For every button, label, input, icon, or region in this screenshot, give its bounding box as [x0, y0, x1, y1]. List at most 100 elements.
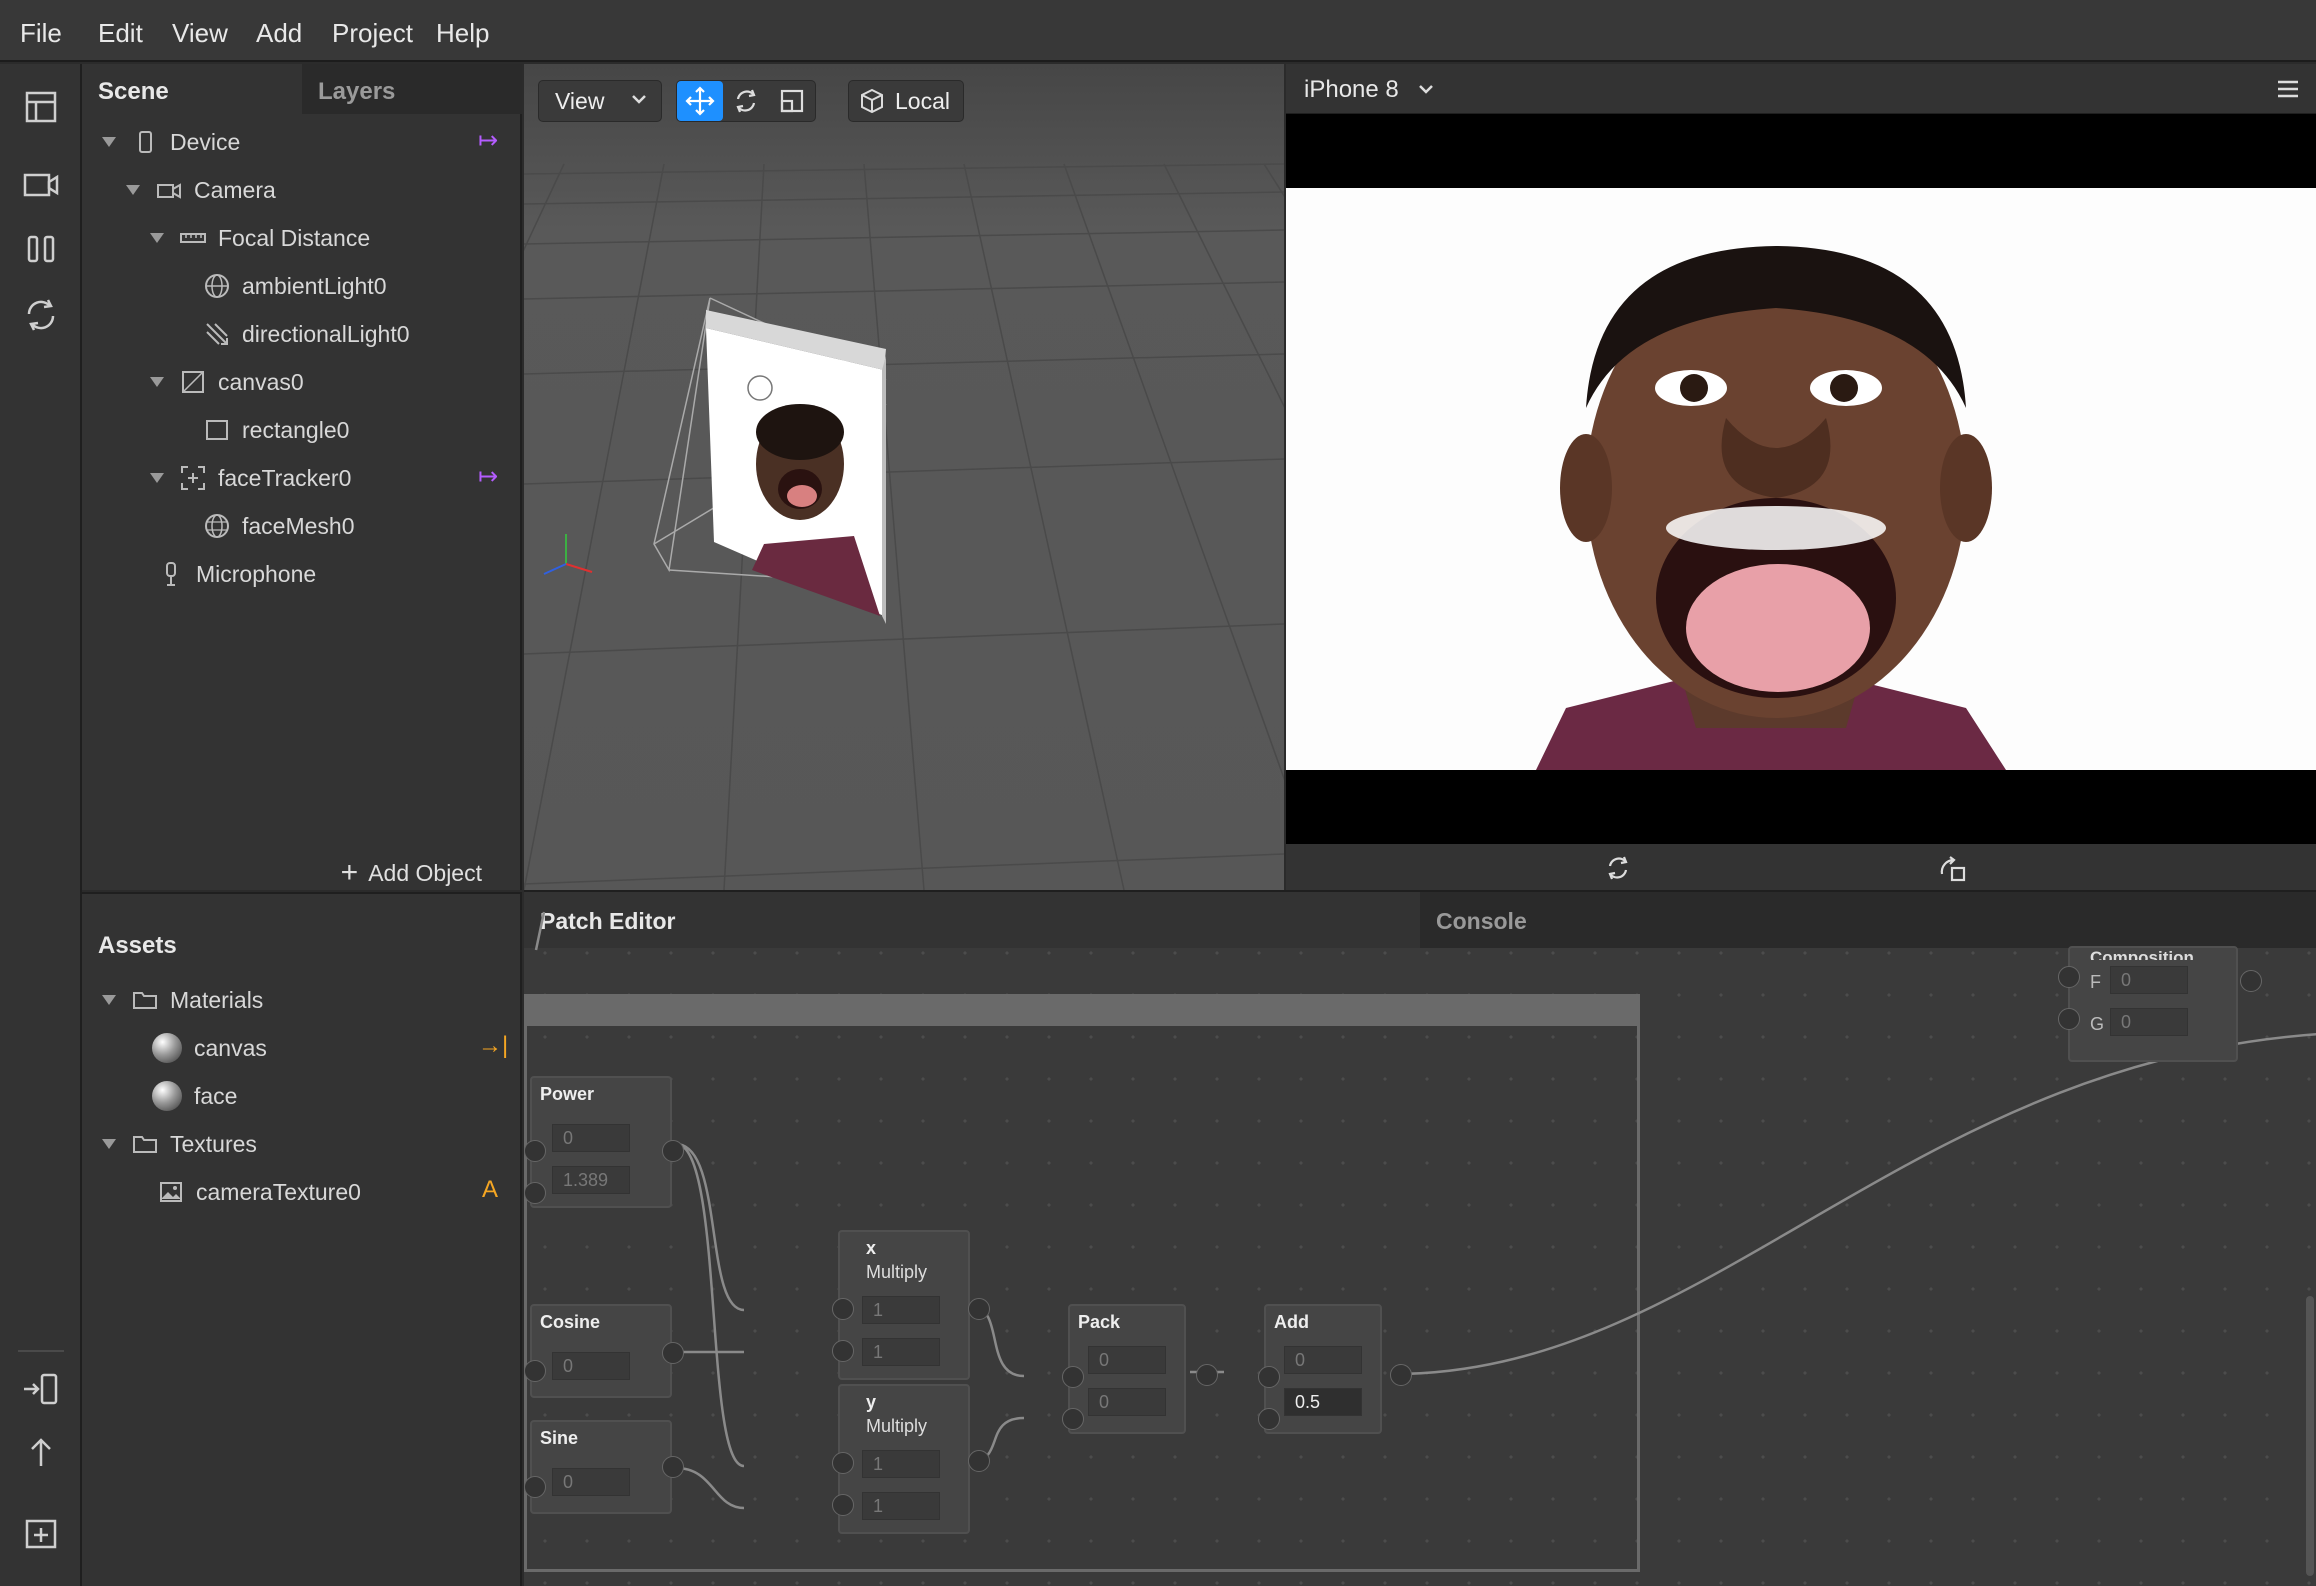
- input-port[interactable]: [524, 1140, 546, 1162]
- input-port[interactable]: [1258, 1366, 1280, 1388]
- tree-item-device[interactable]: Device: [102, 118, 240, 166]
- composition-f-input[interactable]: 0: [2110, 966, 2188, 994]
- collapse-arrow-icon[interactable]: [150, 377, 164, 387]
- tree-item-directional-light[interactable]: directionalLight0: [204, 310, 410, 358]
- pack-input-1[interactable]: 0: [1088, 1346, 1166, 1374]
- tree-item-material-face[interactable]: face: [152, 1072, 237, 1120]
- preview-face-image: [1286, 188, 2316, 770]
- composition-g-input[interactable]: 0: [2110, 1008, 2188, 1036]
- upload-icon[interactable]: [20, 1432, 62, 1474]
- collapse-arrow-icon[interactable]: [150, 473, 164, 483]
- collapse-arrow-icon[interactable]: [126, 185, 140, 195]
- add-object-button[interactable]: + Add Object: [82, 856, 522, 890]
- view-dropdown[interactable]: View: [538, 80, 662, 122]
- patch-node-multiply-x[interactable]: x Multiply 1 1: [838, 1230, 970, 1380]
- move-tool-button[interactable]: [677, 81, 723, 121]
- patch-editor-canvas[interactable]: Patch Editor Console Power 0 1.389 Cosin…: [524, 890, 2316, 1586]
- pause-icon[interactable]: [20, 228, 62, 270]
- menu-add[interactable]: Add: [256, 18, 302, 49]
- tree-item-face-tracker[interactable]: faceTracker0: [150, 454, 351, 502]
- hamburger-menu-icon[interactable]: [2276, 78, 2300, 100]
- patch-node-power[interactable]: Power 0 1.389: [530, 1076, 672, 1208]
- output-port[interactable]: [968, 1298, 990, 1320]
- output-port[interactable]: [968, 1450, 990, 1472]
- device-selector[interactable]: iPhone 8: [1304, 76, 1399, 104]
- refresh-icon[interactable]: [20, 294, 62, 336]
- input-port[interactable]: [524, 1476, 546, 1498]
- input-port[interactable]: [2058, 1008, 2080, 1030]
- input-port[interactable]: [832, 1452, 854, 1474]
- send-to-device-icon[interactable]: [20, 1368, 62, 1410]
- tree-item-ambient-light[interactable]: ambientLight0: [204, 262, 387, 310]
- cosine-input[interactable]: 0: [552, 1352, 630, 1380]
- video-camera-icon[interactable]: [20, 164, 62, 206]
- input-port[interactable]: [832, 1494, 854, 1516]
- input-port[interactable]: [524, 1360, 546, 1382]
- multiply-y-input-2[interactable]: 1: [862, 1492, 940, 1520]
- output-port[interactable]: [662, 1456, 684, 1478]
- output-port[interactable]: [1390, 1364, 1412, 1386]
- patch-node-sine[interactable]: Sine 0: [530, 1420, 672, 1514]
- menu-help[interactable]: Help: [436, 18, 489, 49]
- input-port[interactable]: [832, 1340, 854, 1362]
- menu-edit[interactable]: Edit: [98, 18, 143, 49]
- sine-input[interactable]: 0: [552, 1468, 630, 1496]
- tree-item-canvas[interactable]: canvas0: [150, 358, 304, 406]
- collapse-arrow-icon[interactable]: [102, 995, 116, 1005]
- input-port[interactable]: [2058, 966, 2080, 988]
- input-port[interactable]: [832, 1298, 854, 1320]
- rotate-device-icon[interactable]: [1604, 854, 1632, 882]
- menu-file[interactable]: File: [20, 18, 62, 49]
- add-input-2[interactable]: 0.5: [1284, 1388, 1362, 1416]
- patch-node-cosine[interactable]: Cosine 0: [530, 1304, 672, 1398]
- vertical-scrollbar[interactable]: [2306, 1296, 2314, 1576]
- tree-item-focal-distance[interactable]: Focal Distance: [150, 214, 370, 262]
- tree-item-camera-texture[interactable]: cameraTexture0: [158, 1168, 361, 1216]
- orientation-icon[interactable]: [1938, 854, 1968, 884]
- input-port[interactable]: [524, 1182, 546, 1204]
- menu-project[interactable]: Project: [332, 18, 413, 49]
- tab-layers[interactable]: Layers: [302, 64, 522, 114]
- output-port[interactable]: [2240, 970, 2262, 992]
- tree-item-textures[interactable]: Textures: [102, 1120, 257, 1168]
- add-folder-icon[interactable]: [20, 1512, 62, 1554]
- layout-icon[interactable]: [20, 86, 62, 128]
- multiply-y-input-1[interactable]: 1: [862, 1450, 940, 1478]
- power-input-1[interactable]: 0: [552, 1124, 630, 1152]
- tree-item-material-canvas[interactable]: canvas: [152, 1024, 267, 1072]
- auto-badge: A: [482, 1176, 499, 1203]
- patch-node-pack[interactable]: Pack 0 0: [1068, 1304, 1186, 1434]
- tree-item-face-mesh[interactable]: faceMesh0: [204, 502, 355, 550]
- pack-input-2[interactable]: 0: [1088, 1388, 1166, 1416]
- tree-item-camera[interactable]: Camera: [126, 166, 276, 214]
- simulator-toolbar: iPhone 8: [1286, 64, 2316, 114]
- local-space-toggle[interactable]: Local: [848, 80, 964, 122]
- output-port[interactable]: [662, 1342, 684, 1364]
- menu-view[interactable]: View: [172, 18, 228, 49]
- collapse-arrow-icon[interactable]: [150, 233, 164, 243]
- collapse-arrow-icon[interactable]: [102, 1139, 116, 1149]
- input-port[interactable]: [1062, 1366, 1084, 1388]
- input-port[interactable]: [1258, 1408, 1280, 1430]
- tab-scene[interactable]: Scene: [82, 64, 302, 114]
- scale-tool-icon[interactable]: [769, 87, 815, 115]
- tree-item-materials[interactable]: Materials: [102, 976, 263, 1024]
- tree-item-rectangle[interactable]: rectangle0: [204, 406, 349, 454]
- simulator-footer: [1286, 844, 2316, 890]
- tree-item-microphone[interactable]: Microphone: [158, 550, 316, 598]
- patch-node-composition[interactable]: Composition F 0 G 0: [2068, 946, 2238, 1062]
- rotate-tool-icon[interactable]: [723, 87, 769, 115]
- add-input-1[interactable]: 0: [1284, 1346, 1362, 1374]
- multiply-x-input-1[interactable]: 1: [862, 1296, 940, 1324]
- multiply-x-input-2[interactable]: 1: [862, 1338, 940, 1366]
- patch-node-add[interactable]: Add 0 0.5: [1264, 1304, 1382, 1434]
- input-port[interactable]: [1062, 1408, 1084, 1430]
- collapse-arrow-icon[interactable]: [102, 137, 116, 147]
- output-port[interactable]: [1196, 1364, 1218, 1386]
- output-port[interactable]: [662, 1140, 684, 1162]
- patch-node-multiply-y[interactable]: y Multiply 1 1: [838, 1384, 970, 1534]
- chevron-down-icon[interactable]: [1416, 79, 1436, 99]
- power-input-2[interactable]: 1.389: [552, 1166, 630, 1194]
- 3d-viewport[interactable]: View Local: [524, 64, 1284, 890]
- image-icon: [158, 1179, 184, 1205]
